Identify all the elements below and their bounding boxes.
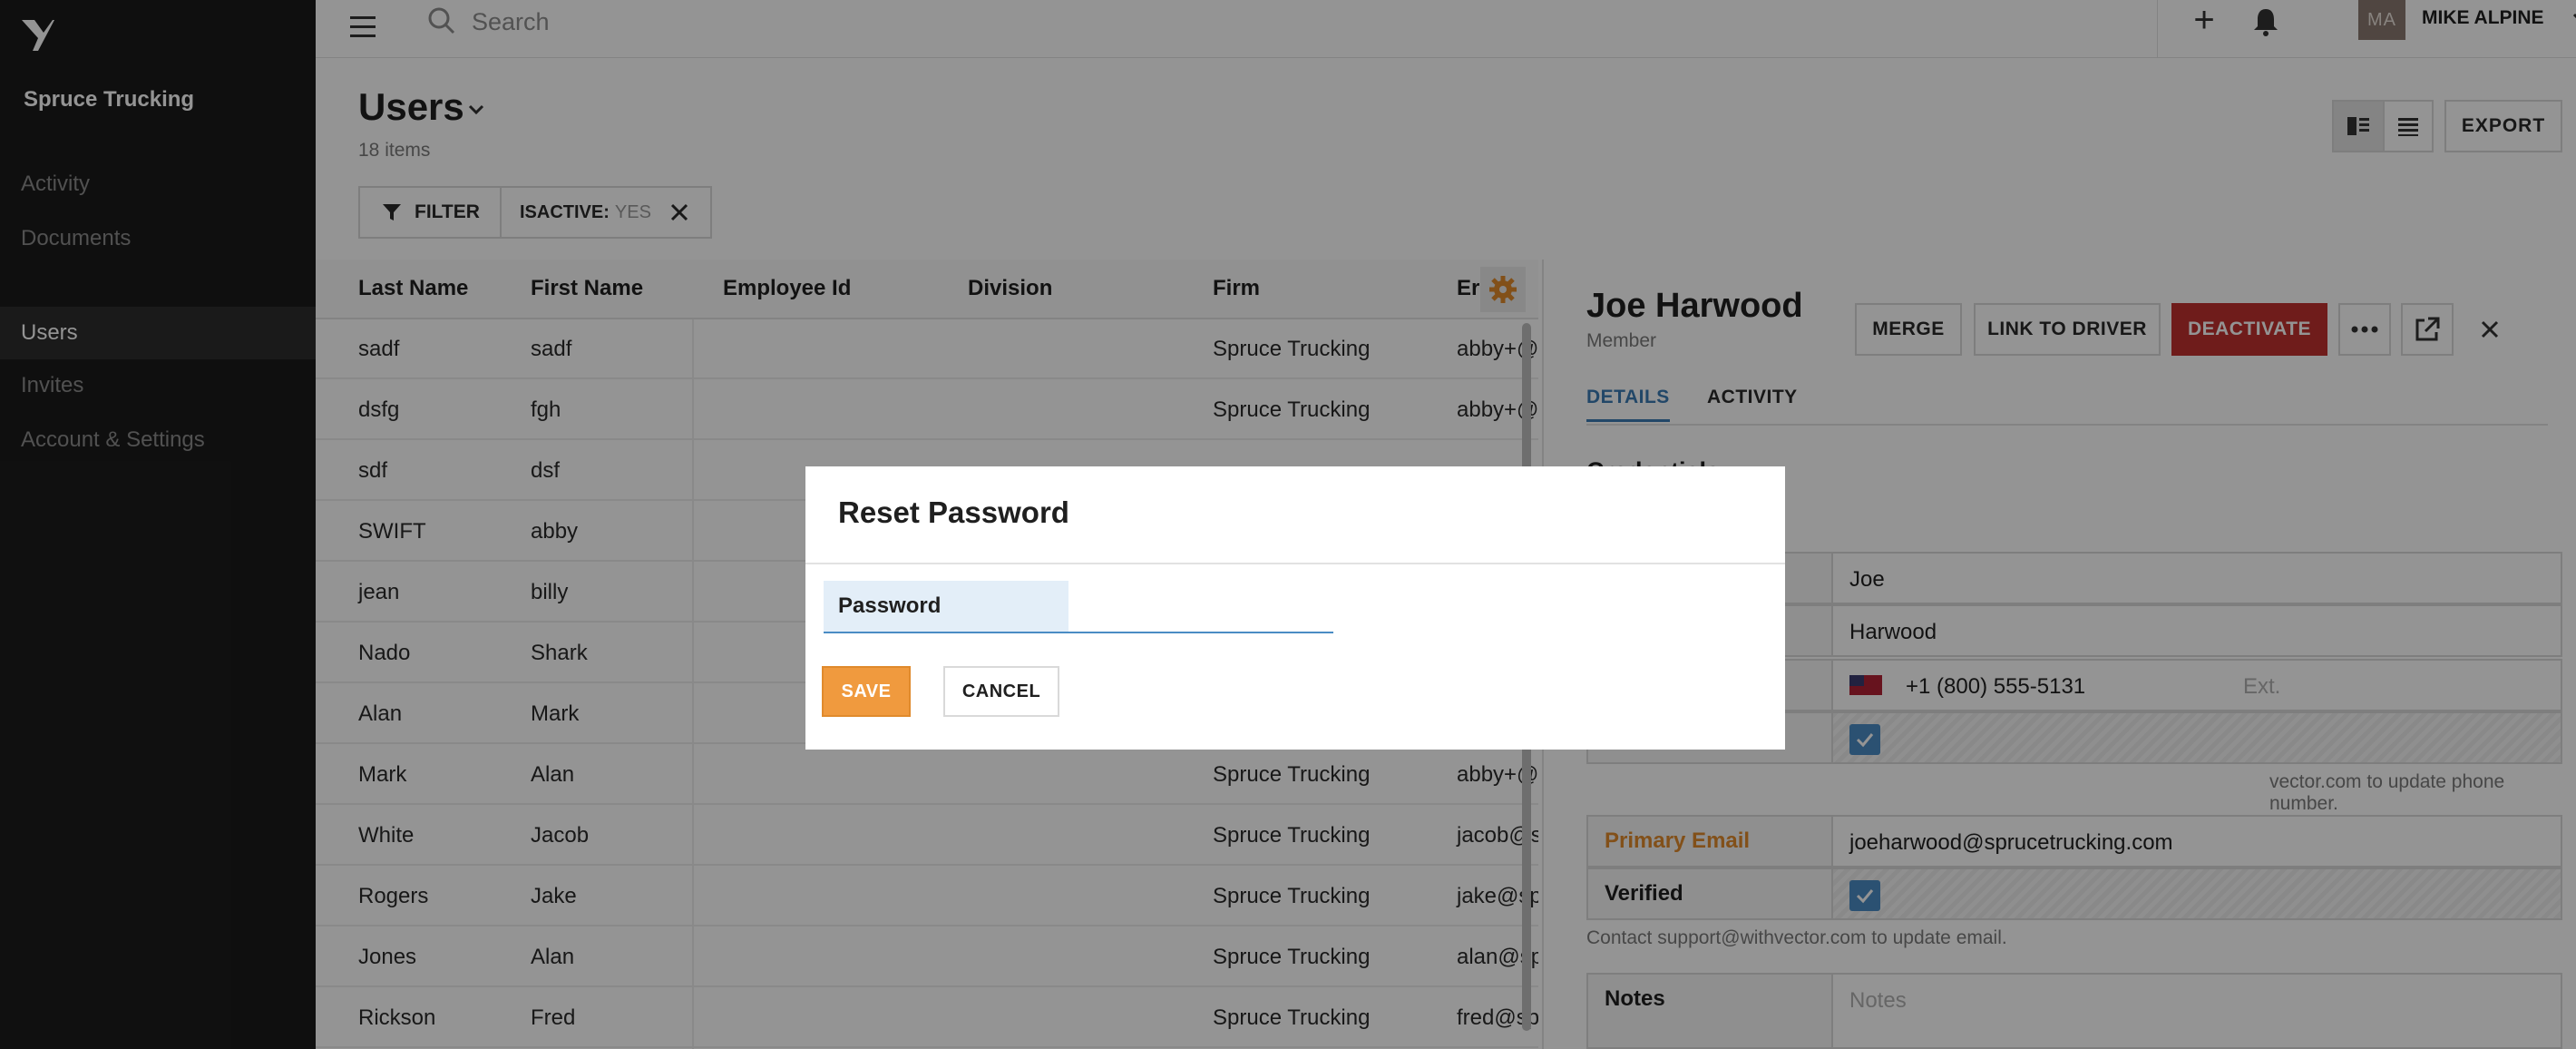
divider: [805, 563, 1785, 564]
input-underline: [824, 632, 1333, 633]
password-label: Password: [824, 581, 1068, 632]
dialog-title: Reset Password: [838, 495, 1069, 529]
password-input[interactable]: [1068, 581, 1332, 632]
save-button[interactable]: SAVE: [822, 666, 911, 717]
cancel-button[interactable]: CANCEL: [943, 666, 1059, 717]
reset-password-dialog: Reset Password Password SAVE CANCEL: [805, 466, 1785, 750]
